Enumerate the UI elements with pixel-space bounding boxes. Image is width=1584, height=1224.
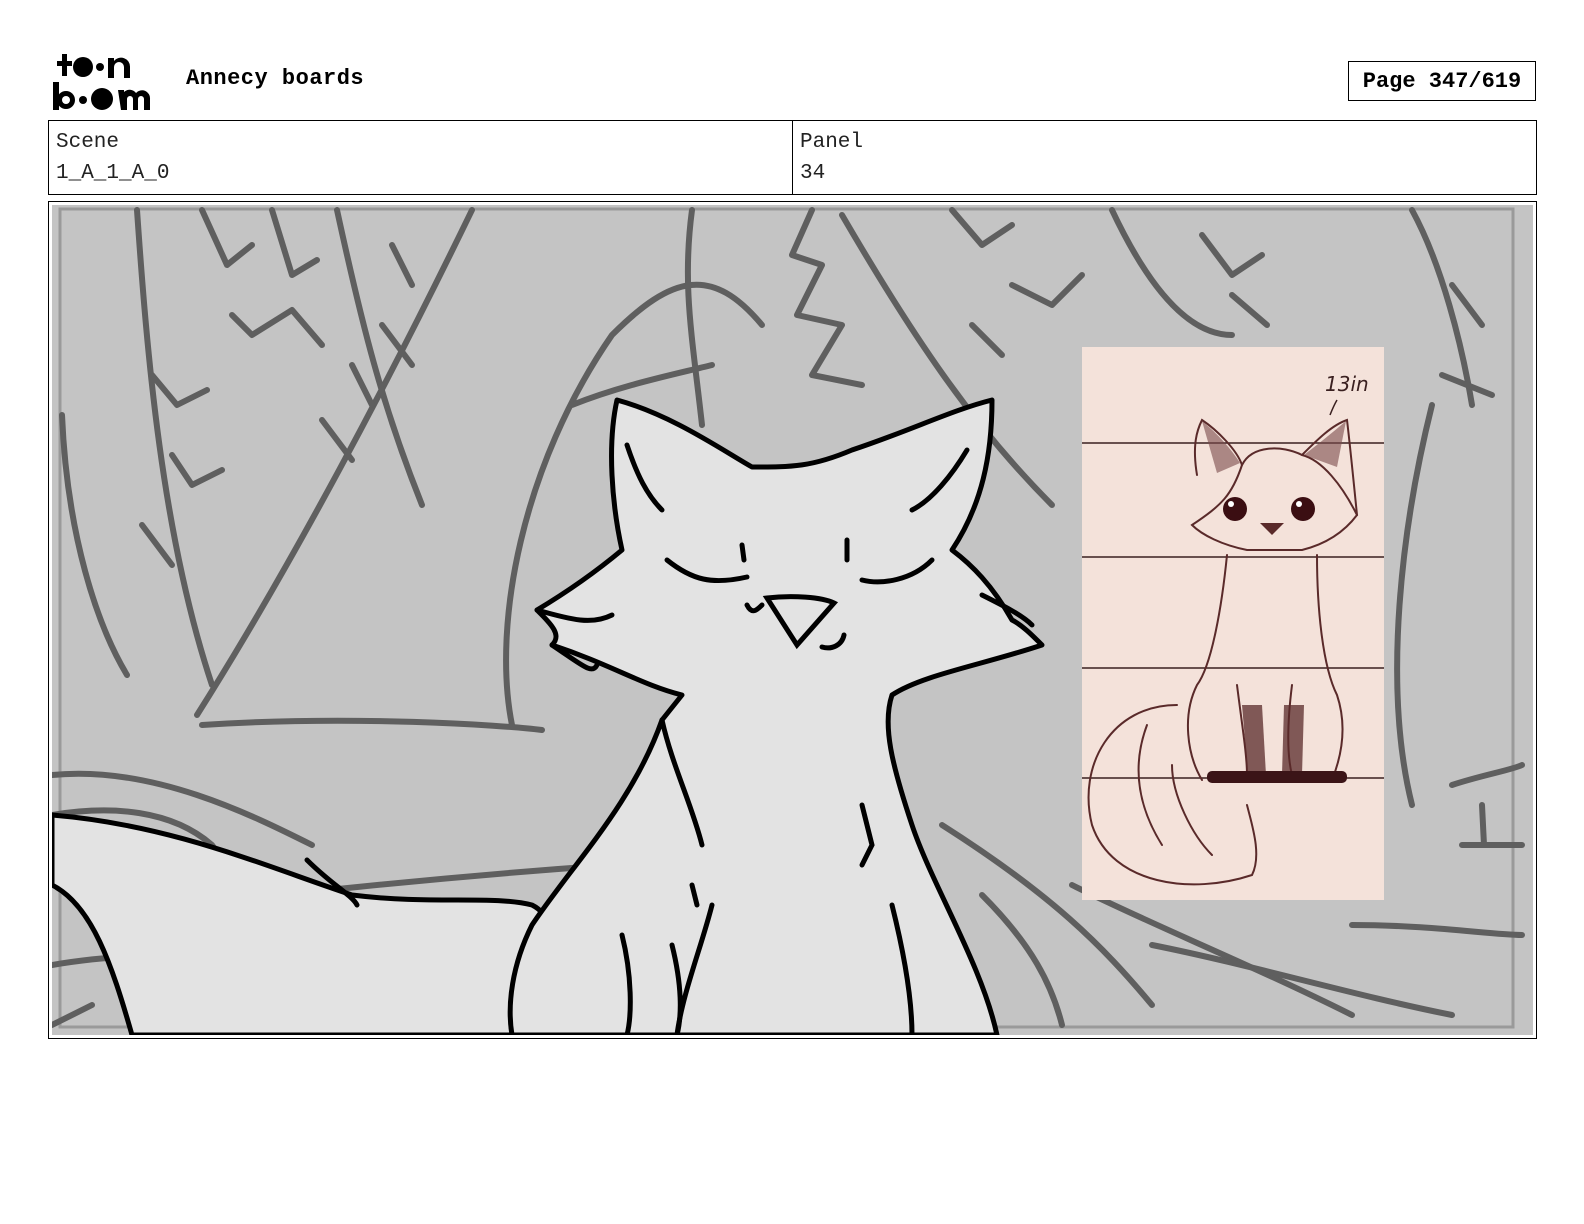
page-indicator: Page 347/619 — [1348, 61, 1536, 101]
project-title: Annecy boards — [186, 66, 365, 91]
panel-label: Panel — [800, 131, 864, 154]
scene-label: Scene — [56, 131, 120, 154]
scene-value: 1_A_1_A_0 — [56, 162, 170, 185]
scene-cell: Scene 1_A_1_A_0 — [49, 121, 792, 194]
storyboard-panel: 13in — [48, 201, 1537, 1039]
toon-boom-logo — [53, 54, 151, 110]
panel-cell: Panel 34 — [792, 121, 1536, 194]
panel-value: 34 — [800, 162, 826, 185]
panel-artwork: 13in — [52, 205, 1533, 1035]
reference-note: 13in — [1325, 372, 1369, 396]
reference-card: 13in — [1082, 347, 1384, 900]
scene-panel-info: Scene 1_A_1_A_0 Panel 34 — [48, 120, 1537, 195]
